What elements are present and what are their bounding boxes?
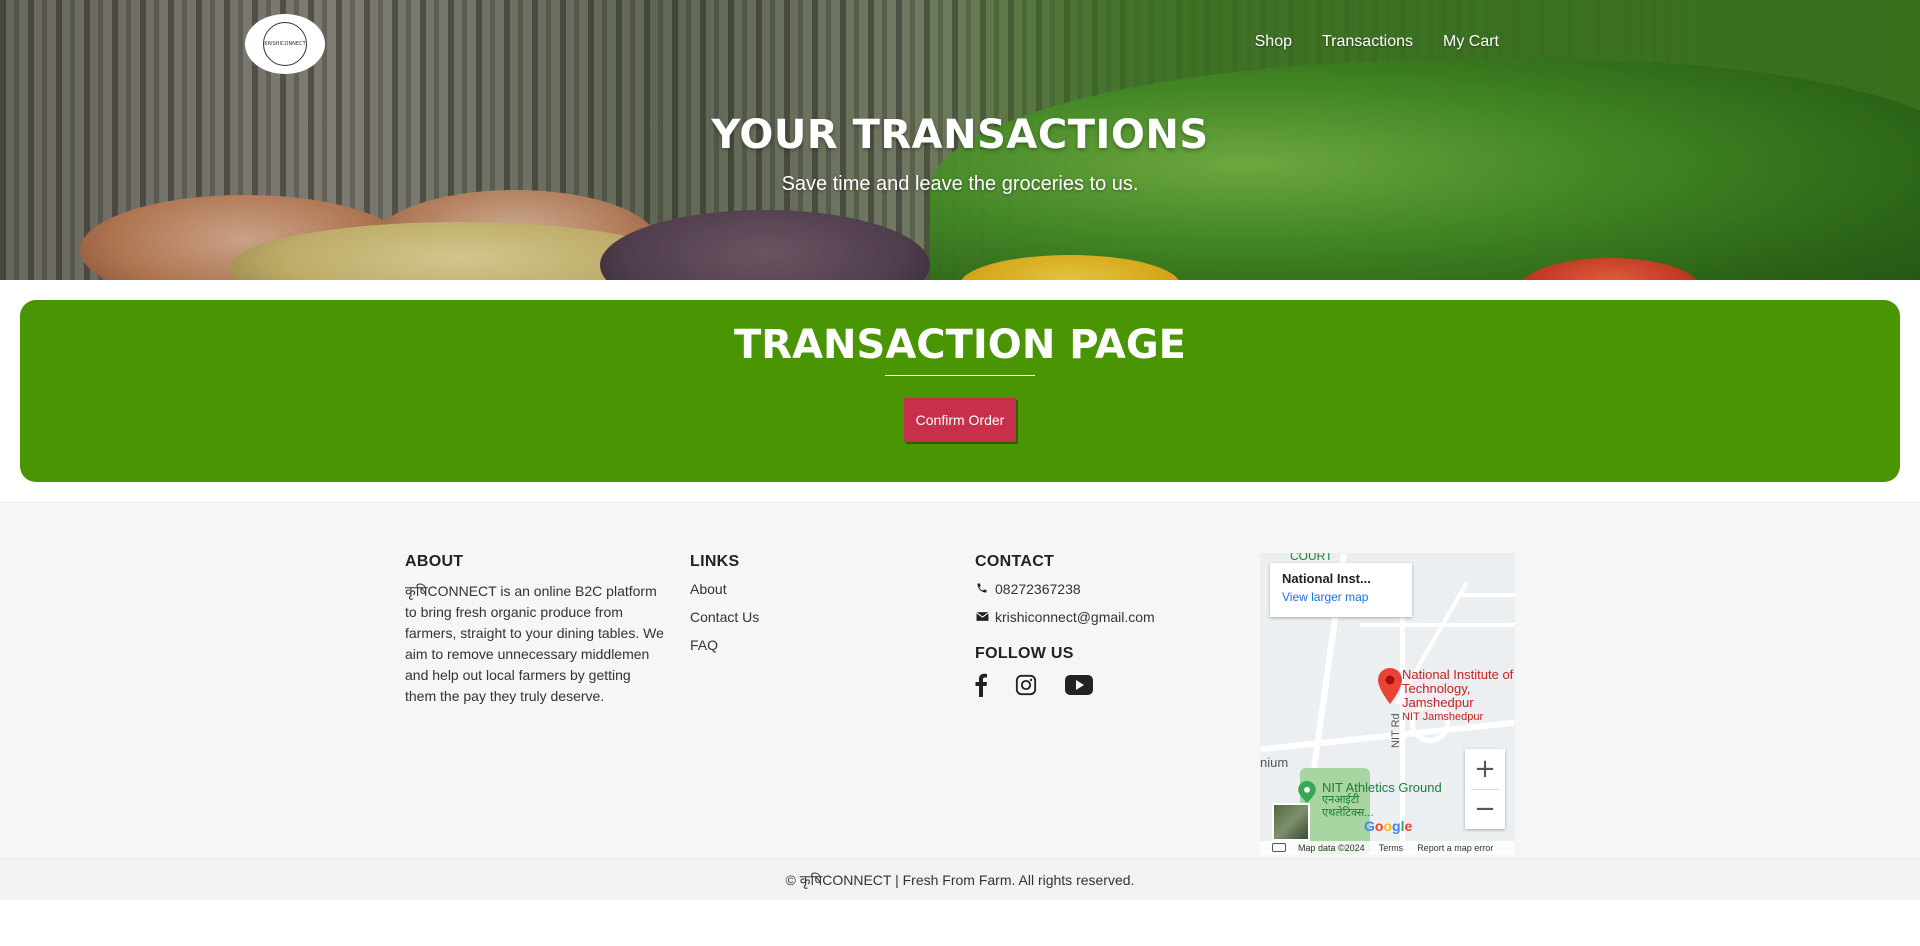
footer-link-faq[interactable]: FAQ [690, 637, 759, 653]
athletics-ground-label: NIT Athletics Ground एनआईटी एथलेटिक्स... [1322, 780, 1442, 819]
map-place-name: National Inst... [1282, 571, 1371, 586]
email-address[interactable]: krishiconnect@gmail.com [995, 609, 1155, 625]
hero-title: YOUR TRANSACTIONS [711, 112, 1209, 158]
nav-my-cart-link[interactable]: My Cart [1443, 33, 1499, 51]
email-row: krishiconnect@gmail.com [975, 609, 1155, 625]
site-logo[interactable]: KRISHICONNECT [245, 14, 325, 74]
follow-us-heading: FOLLOW US [975, 645, 1074, 662]
contact-section: CONTACT 08272367238 krishiconnect@gmail.… [975, 553, 1155, 697]
about-section: ABOUT कृषिCONNECT is an online B2C platf… [405, 553, 665, 707]
map-terms-link[interactable]: Terms [1379, 843, 1404, 853]
hero-subtitle: Save time and leave the groceries to us. [781, 173, 1139, 195]
links-heading: LINKS [690, 553, 740, 570]
map-pin-label: National Institute of Technology, Jamshe… [1402, 667, 1514, 724]
report-map-error-link[interactable]: Report a map error [1417, 843, 1493, 853]
hero-banner: KRISHICONNECT Shop Transactions My Cart … [0, 0, 1920, 280]
copyright-bar: © कृषिCONNECT | Fresh From Farm. All rig… [0, 858, 1920, 900]
map-attribution: Map data ©2024 Terms Report a map error [1260, 841, 1515, 855]
about-heading: ABOUT [405, 553, 464, 570]
phone-row: 08272367238 [975, 581, 1155, 597]
links-section: LINKS About Contact Us FAQ [690, 553, 759, 665]
map-pin-icon[interactable] [1378, 668, 1402, 704]
map-info-card: National Inst... View larger map [1270, 563, 1412, 617]
phone-icon [975, 582, 989, 597]
park-pin-icon [1298, 781, 1316, 803]
footer: ABOUT कृषिCONNECT is an online B2C platf… [0, 502, 1920, 858]
nav-shop-link[interactable]: Shop [1255, 33, 1292, 51]
road-label: NIT Rd [1390, 713, 1402, 748]
panel-title: TRANSACTION PAGE [734, 322, 1186, 368]
confirm-order-button[interactable]: Confirm Order [904, 398, 1016, 442]
title-divider [885, 375, 1035, 376]
nav-transactions-link[interactable]: Transactions [1322, 33, 1413, 51]
keyboard-icon[interactable] [1272, 843, 1286, 852]
zoom-in-button[interactable]: + [1465, 749, 1505, 789]
social-links [975, 673, 1155, 697]
satellite-toggle[interactable] [1272, 803, 1310, 841]
contact-heading: CONTACT [975, 553, 1055, 570]
transaction-panel: TRANSACTION PAGE Confirm Order [20, 300, 1900, 482]
main-nav: Shop Transactions My Cart [1255, 33, 1499, 51]
instagram-icon[interactable] [1015, 674, 1037, 696]
about-text: कृषिCONNECT is an online B2C platform to… [405, 583, 664, 704]
view-larger-map-link[interactable]: View larger map [1282, 590, 1400, 604]
youtube-icon[interactable] [1065, 675, 1093, 695]
facebook-icon[interactable] [975, 673, 987, 697]
map-zoom-controls: + − [1465, 749, 1505, 829]
zoom-out-button[interactable]: − [1465, 790, 1505, 830]
embedded-map[interactable]: COURT nium NIT Rd National Inst... View … [1260, 553, 1515, 855]
envelope-icon [975, 610, 989, 625]
phone-number: 08272367238 [995, 581, 1081, 597]
footer-link-about[interactable]: About [690, 581, 759, 597]
google-logo: Google [1364, 818, 1413, 834]
footer-link-contact-us[interactable]: Contact Us [690, 609, 759, 625]
